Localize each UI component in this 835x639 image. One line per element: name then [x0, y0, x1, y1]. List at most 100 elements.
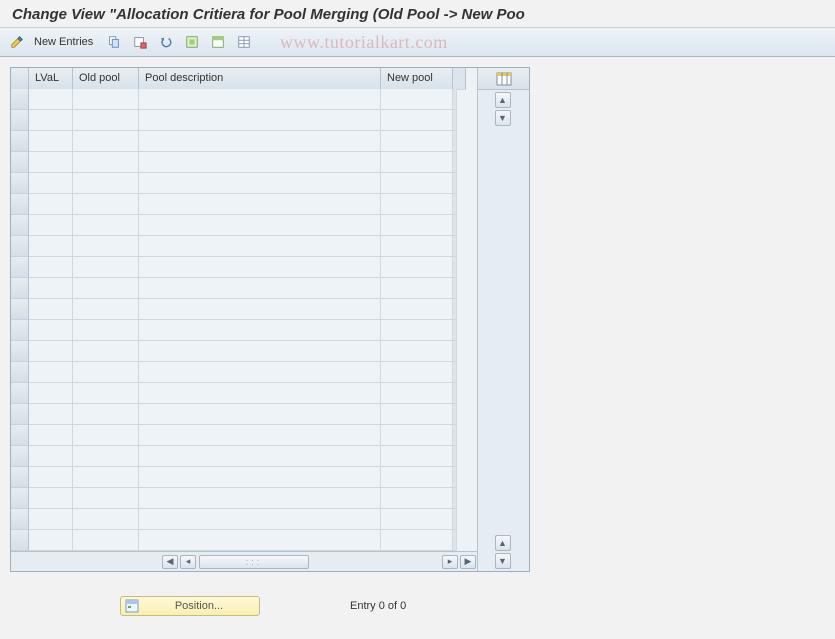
row-selector[interactable] [11, 173, 29, 194]
cell-desc[interactable] [139, 425, 381, 446]
cell-desc[interactable] [139, 257, 381, 278]
cell-oldpool[interactable] [73, 530, 139, 551]
row-selector[interactable] [11, 110, 29, 131]
row-selector[interactable] [11, 278, 29, 299]
cell-newpool[interactable] [381, 131, 453, 152]
cell-lval[interactable] [29, 152, 73, 173]
cell-oldpool[interactable] [73, 425, 139, 446]
cell-desc[interactable] [139, 110, 381, 131]
cell-desc[interactable] [139, 89, 381, 110]
cell-desc[interactable] [139, 383, 381, 404]
row-selector[interactable] [11, 257, 29, 278]
cell-desc[interactable] [139, 446, 381, 467]
row-selector[interactable] [11, 152, 29, 173]
cell-newpool[interactable] [381, 383, 453, 404]
cell-desc[interactable] [139, 488, 381, 509]
row-selector[interactable] [11, 131, 29, 152]
row-selector[interactable] [11, 89, 29, 110]
cell-newpool[interactable] [381, 173, 453, 194]
cell-lval[interactable] [29, 236, 73, 257]
cell-oldpool[interactable] [73, 383, 139, 404]
cell-newpool[interactable] [381, 299, 453, 320]
row-selector[interactable] [11, 530, 29, 551]
cell-oldpool[interactable] [73, 299, 139, 320]
cell-lval[interactable] [29, 488, 73, 509]
select-all-icon[interactable] [181, 31, 203, 53]
cell-lval[interactable] [29, 89, 73, 110]
row-selector[interactable] [11, 383, 29, 404]
cell-lval[interactable] [29, 530, 73, 551]
cell-lval[interactable] [29, 194, 73, 215]
copy-icon[interactable] [103, 31, 125, 53]
col-header-newpool[interactable]: New pool [381, 68, 453, 90]
row-selector[interactable] [11, 341, 29, 362]
scroll-first-icon[interactable]: ◀ [162, 555, 178, 569]
cell-lval[interactable] [29, 362, 73, 383]
cell-oldpool[interactable] [73, 467, 139, 488]
cell-desc[interactable] [139, 530, 381, 551]
cell-lval[interactable] [29, 341, 73, 362]
cell-oldpool[interactable] [73, 89, 139, 110]
cell-oldpool[interactable] [73, 278, 139, 299]
new-entries-button[interactable]: New Entries [32, 31, 99, 53]
cell-newpool[interactable] [381, 110, 453, 131]
change-icon[interactable] [6, 31, 28, 53]
horizontal-scrollbar[interactable]: ◀◂:::▸▶ [11, 551, 477, 571]
cell-desc[interactable] [139, 215, 381, 236]
cell-desc[interactable] [139, 467, 381, 488]
position-button[interactable]: Position... [120, 596, 260, 616]
undo-icon[interactable] [155, 31, 177, 53]
cell-newpool[interactable] [381, 488, 453, 509]
cell-desc[interactable] [139, 194, 381, 215]
cell-newpool[interactable] [381, 404, 453, 425]
scroll-down-icon[interactable]: ▼ [495, 553, 511, 569]
cell-oldpool[interactable] [73, 152, 139, 173]
cell-newpool[interactable] [381, 341, 453, 362]
cell-lval[interactable] [29, 131, 73, 152]
row-selector[interactable] [11, 320, 29, 341]
cell-desc[interactable] [139, 152, 381, 173]
row-selector[interactable] [11, 488, 29, 509]
row-selector[interactable] [11, 425, 29, 446]
vertical-scrollbar[interactable]: ▲ ▼ ▲ ▼ [478, 90, 529, 571]
cell-newpool[interactable] [381, 257, 453, 278]
cell-desc[interactable] [139, 362, 381, 383]
cell-newpool[interactable] [381, 362, 453, 383]
cell-oldpool[interactable] [73, 488, 139, 509]
cell-oldpool[interactable] [73, 194, 139, 215]
cell-desc[interactable] [139, 278, 381, 299]
col-header-oldpool[interactable]: Old pool [73, 68, 139, 90]
cell-lval[interactable] [29, 320, 73, 341]
cell-desc[interactable] [139, 236, 381, 257]
cell-newpool[interactable] [381, 152, 453, 173]
cell-oldpool[interactable] [73, 341, 139, 362]
cell-oldpool[interactable] [73, 404, 139, 425]
cell-oldpool[interactable] [73, 131, 139, 152]
cell-oldpool[interactable] [73, 173, 139, 194]
cell-oldpool[interactable] [73, 215, 139, 236]
cell-oldpool[interactable] [73, 509, 139, 530]
cell-desc[interactable] [139, 173, 381, 194]
cell-lval[interactable] [29, 425, 73, 446]
row-selector[interactable] [11, 194, 29, 215]
cell-lval[interactable] [29, 446, 73, 467]
row-selector[interactable] [11, 215, 29, 236]
cell-newpool[interactable] [381, 509, 453, 530]
cell-newpool[interactable] [381, 530, 453, 551]
cell-desc[interactable] [139, 131, 381, 152]
cell-desc[interactable] [139, 404, 381, 425]
cell-lval[interactable] [29, 173, 73, 194]
col-header-lval[interactable]: LVaL [29, 68, 73, 90]
delete-icon[interactable] [129, 31, 151, 53]
scroll-thumb[interactable]: ::: [199, 555, 309, 569]
col-header-desc[interactable]: Pool description [139, 68, 381, 90]
deselect-all-icon[interactable] [207, 31, 229, 53]
row-selector[interactable] [11, 299, 29, 320]
scroll-step-up-icon[interactable]: ▲ [495, 535, 511, 551]
scroll-last-icon[interactable]: ▶ [460, 555, 476, 569]
row-selector[interactable] [11, 446, 29, 467]
cell-lval[interactable] [29, 215, 73, 236]
cell-oldpool[interactable] [73, 236, 139, 257]
configure-columns-icon[interactable] [478, 68, 529, 90]
cell-desc[interactable] [139, 341, 381, 362]
